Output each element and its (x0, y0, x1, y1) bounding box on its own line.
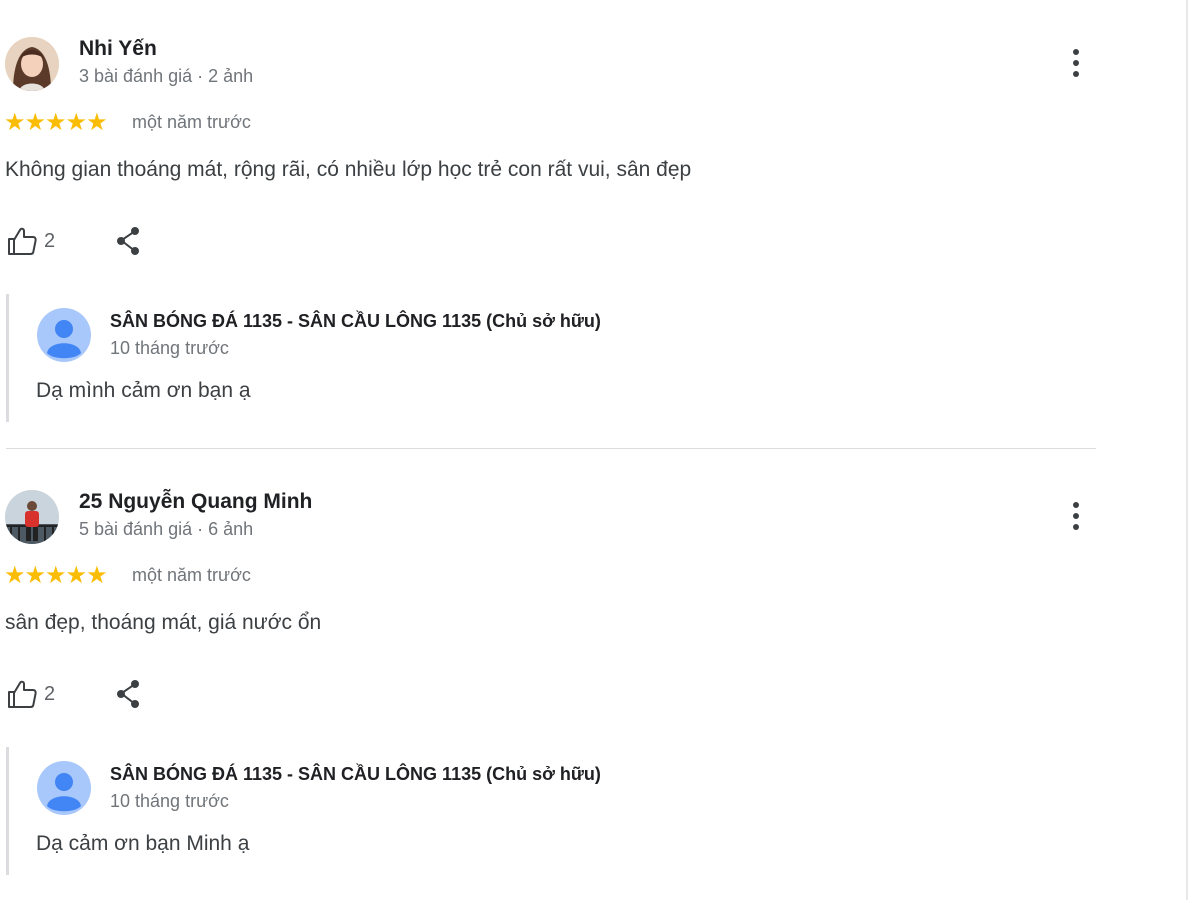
reviewer-name[interactable]: Nhi Yến (79, 37, 157, 61)
reply-date: 10 tháng trước (110, 791, 229, 811)
owner-reply: SÂN BÓNG ĐÁ 1135 - SÂN CẦU LÔNG 1135 (Ch… (6, 294, 1099, 422)
share-button[interactable] (112, 677, 146, 711)
like-count: 2 (44, 683, 56, 705)
reply-date: 10 tháng trước (110, 338, 229, 358)
review-card: Nhi Yến 3 bài đánh giá · 2 ảnh ★★★★★ một… (0, 0, 1100, 450)
reviewer-avatar[interactable] (5, 37, 59, 91)
owner-reply: SÂN BÓNG ĐÁ 1135 - SÂN CẦU LÔNG 1135 (Ch… (6, 747, 1099, 875)
scrollbar-edge (1186, 0, 1188, 900)
like-button[interactable]: 2 (6, 224, 70, 258)
share-icon (117, 227, 139, 255)
star-rating: ★★★★★ (4, 109, 108, 136)
default-avatar-icon (37, 308, 91, 362)
owner-name: SÂN BÓNG ĐÁ 1135 - SÂN CẦU LÔNG 1135 (Ch… (110, 311, 601, 331)
share-icon (117, 680, 139, 708)
thumbs-up-icon (8, 227, 37, 255)
reviewer-name[interactable]: 25 Nguyễn Quang Minh (79, 490, 312, 514)
reviewer-avatar[interactable] (5, 490, 59, 544)
more-options-icon[interactable] (1062, 498, 1090, 536)
review-text: sân đẹp, thoáng mát, giá nước ổn (5, 611, 322, 634)
owner-name: SÂN BÓNG ĐÁ 1135 - SÂN CẦU LÔNG 1135 (Ch… (110, 764, 601, 784)
thumbs-up-icon (8, 680, 37, 708)
star-rating: ★★★★★ (4, 562, 108, 589)
reviewer-stats: 5 bài đánh giá · 6 ảnh (79, 519, 254, 539)
reply-text: Dạ cảm ơn bạn Minh ạ (36, 832, 250, 855)
review-card: 25 Nguyễn Quang Minh 5 bài đánh giá · 6 … (0, 453, 1100, 903)
review-divider (6, 448, 1096, 449)
review-date: một năm trước (132, 565, 251, 585)
reply-text: Dạ mình cảm ơn bạn ạ (36, 379, 251, 402)
reviewer-stats: 3 bài đánh giá · 2 ảnh (79, 66, 254, 86)
like-button[interactable]: 2 (6, 677, 70, 711)
review-text: Không gian thoáng mát, rộng rãi, có nhiề… (5, 158, 692, 181)
like-count: 2 (44, 230, 56, 252)
share-button[interactable] (112, 224, 146, 258)
more-options-icon[interactable] (1062, 45, 1090, 83)
default-avatar-icon (37, 761, 91, 815)
review-date: một năm trước (132, 112, 251, 132)
